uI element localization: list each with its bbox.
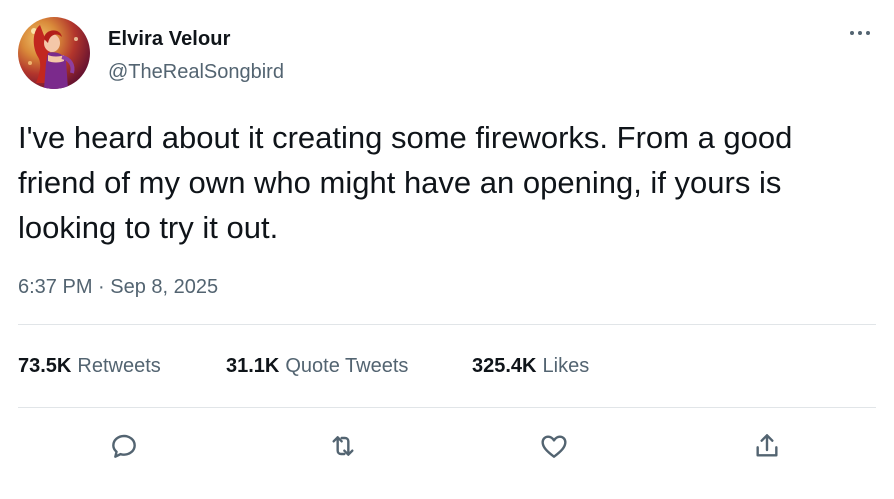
share-icon: [756, 434, 778, 457]
like-button[interactable]: [536, 428, 572, 464]
reply-icon: [112, 434, 136, 458]
tweet-timestamp[interactable]: 6:37 PM · Sep 8, 2025: [18, 276, 218, 299]
avatar[interactable]: [18, 17, 90, 89]
reply-button[interactable]: [106, 428, 142, 464]
display-name[interactable]: Elvira Velour: [108, 28, 230, 51]
divider: [18, 407, 876, 408]
quote-tweets-stat[interactable]: 31.1K Quote Tweets: [226, 355, 408, 378]
avatar-image: [28, 25, 78, 89]
more-options-button[interactable]: [843, 22, 877, 44]
retweet-button[interactable]: [325, 428, 361, 464]
more-icon: [850, 31, 870, 35]
share-button[interactable]: [749, 428, 785, 464]
quote-tweets-label: Quote Tweets: [285, 355, 409, 377]
user-handle[interactable]: @TheRealSongbird: [108, 61, 284, 84]
heart-icon: [541, 435, 567, 458]
retweets-label: Retweets: [77, 355, 161, 377]
quote-tweets-count: 31.1K: [226, 355, 280, 377]
divider: [18, 324, 876, 325]
tweet-text: I've heard about it creating some firewo…: [18, 120, 793, 245]
retweet-icon: [332, 436, 354, 456]
likes-count: 325.4K: [472, 355, 537, 377]
retweets-stat[interactable]: 73.5K Retweets: [18, 355, 161, 378]
tweet-card: Elvira Velour @TheRealSongbird I've hear…: [0, 0, 894, 499]
likes-label: Likes: [542, 355, 590, 377]
likes-stat[interactable]: 325.4K Likes: [472, 355, 589, 378]
retweets-count: 73.5K: [18, 355, 72, 377]
